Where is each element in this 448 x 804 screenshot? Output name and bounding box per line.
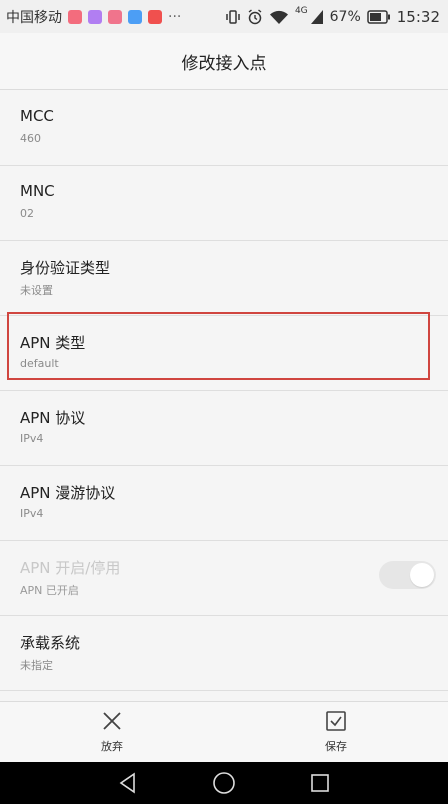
setting-title: APN 漫游协议 (20, 484, 116, 502)
navigation-bar (0, 762, 448, 804)
title-bar: 修改接入点 (0, 33, 448, 90)
battery-percent: 67% (329, 8, 361, 25)
signal-icon (310, 9, 323, 24)
more-notifications-icon: ··· (168, 8, 182, 25)
vibrate-icon (226, 9, 240, 24)
discard-label: 放弃 (101, 740, 123, 753)
setting-title: MCC (20, 107, 54, 125)
status-bar: 中国移动 ··· 4G 67% 15:32 (0, 0, 448, 33)
setting-value: 未设置 (20, 284, 53, 297)
home-button[interactable] (204, 763, 244, 803)
setting-mcc[interactable]: MCC 460 (0, 91, 448, 166)
setting-value: APN 已开启 (20, 584, 79, 597)
blue-app-icon (128, 9, 142, 24)
back-triangle-icon (119, 772, 135, 794)
setting-apn-protocol[interactable]: APN 协议 IPv4 (0, 391, 448, 466)
home-circle-icon (213, 772, 235, 794)
setting-apn-enable: APN 开启/停用 APN 已开启 (0, 541, 448, 616)
red-app-icon (148, 9, 162, 24)
setting-title: 承载系统 (20, 634, 81, 652)
setting-auth-type[interactable]: 身份验证类型 未设置 (0, 241, 448, 316)
alarm-icon (248, 8, 262, 24)
purple-app-icon (88, 9, 102, 24)
setting-bearer[interactable]: 承载系统 未指定 (0, 616, 448, 691)
save-icon (326, 711, 346, 731)
setting-title: APN 类型 (20, 334, 86, 352)
setting-apn-type[interactable]: APN 类型 default (0, 316, 448, 391)
setting-value: default (20, 357, 59, 370)
bottom-action-bar: 放弃 保存 (0, 701, 448, 762)
setting-value: 未指定 (20, 659, 53, 672)
recents-square-icon (311, 774, 329, 792)
network-type-label: 4G (294, 6, 308, 16)
close-icon (103, 712, 121, 730)
setting-title: APN 协议 (20, 409, 86, 427)
settings-list: MCC 460 MNC 02 身份验证类型 未设置 APN 类型 default… (0, 91, 448, 701)
page-title: 修改接入点 (181, 53, 267, 74)
discard-button[interactable]: 放弃 (0, 702, 224, 762)
apn-enable-toggle (379, 561, 436, 589)
setting-title: APN 开启/停用 (20, 559, 121, 577)
setting-value: 460 (20, 132, 41, 145)
pink-app-icon (108, 9, 122, 24)
save-button[interactable]: 保存 (224, 702, 448, 762)
setting-value: 02 (20, 207, 34, 220)
setting-mnc[interactable]: MNC 02 (0, 166, 448, 241)
heart-app-icon (68, 9, 82, 24)
setting-value: IPv4 (20, 507, 44, 520)
clock: 15:32 (396, 7, 440, 26)
battery-icon (367, 9, 390, 24)
setting-title: 身份验证类型 (20, 259, 111, 277)
recents-button[interactable] (300, 763, 340, 803)
setting-apn-roaming-protocol[interactable]: APN 漫游协议 IPv4 (0, 466, 448, 541)
setting-title: MNC (20, 182, 55, 200)
carrier-label: 中国移动 (6, 9, 62, 26)
save-label: 保存 (325, 740, 347, 753)
setting-value: IPv4 (20, 432, 44, 445)
wifi-icon (269, 10, 288, 24)
toggle-knob (410, 563, 434, 587)
back-button[interactable] (108, 763, 148, 803)
